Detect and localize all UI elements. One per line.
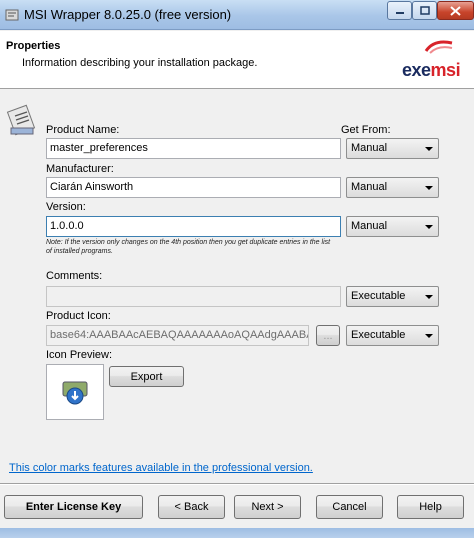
properties-icon (6, 104, 36, 136)
professional-features-link[interactable]: This color marks features available in t… (9, 462, 313, 474)
version-source-select[interactable]: Manual (346, 216, 439, 237)
chevron-down-icon (425, 186, 433, 190)
product-icon-source-value: Executable (351, 329, 406, 341)
exemsi-logo: exemsi (402, 60, 461, 80)
header-panel: Properties Information describing your i… (0, 31, 474, 89)
close-button[interactable] (437, 1, 474, 20)
back-button[interactable]: < Back (158, 495, 225, 519)
manufacturer-label: Manufacturer: (46, 163, 114, 175)
icon-preview-box (46, 364, 104, 420)
page-title: Properties (6, 40, 61, 52)
version-input[interactable]: 1.0.0.0 (46, 216, 341, 237)
separator (0, 483, 474, 485)
maximize-icon (419, 6, 430, 15)
cancel-button[interactable]: Cancel (316, 495, 383, 519)
next-button[interactable]: Next > (234, 495, 301, 519)
comments-label: Comments: (46, 270, 103, 282)
logo-swoosh-icon (424, 40, 453, 54)
minimize-button[interactable] (387, 1, 412, 20)
installer-icon (62, 381, 88, 405)
product-icon-label: Product Icon: (46, 310, 111, 322)
title-bar[interactable]: MSI Wrapper 8.0.25.0 (free version) (0, 0, 474, 30)
product-name-input[interactable]: master_preferences (46, 138, 341, 159)
minimize-icon (395, 11, 404, 14)
close-icon (450, 5, 461, 16)
icon-preview-label: Icon Preview: (46, 349, 113, 361)
maximize-button[interactable] (412, 1, 437, 20)
product-name-source-value: Manual (351, 142, 388, 154)
taskbar-strip (0, 528, 474, 538)
app-icon (5, 9, 19, 21)
page-subtitle: Information describing your installation… (22, 57, 258, 69)
chevron-down-icon (425, 334, 433, 338)
chevron-down-icon (425, 147, 433, 151)
product-name-source-select[interactable]: Manual (346, 138, 439, 159)
chevron-down-icon (425, 295, 433, 299)
product-icon-source-select[interactable]: Executable (346, 325, 439, 346)
version-label: Version: (46, 201, 86, 213)
version-note: Note: If the version only changes on the… (46, 239, 331, 255)
comments-input (46, 286, 341, 307)
product-icon-input: base64:AAABAAcAEBAQAAAAAAAoAQAAdgAAABA (46, 325, 309, 346)
comments-source-value: Executable (351, 290, 406, 302)
manufacturer-input[interactable]: Ciarán Ainsworth (46, 177, 341, 198)
enter-license-key-button[interactable]: Enter License Key (4, 495, 143, 519)
manufacturer-source-select[interactable]: Manual (346, 177, 439, 198)
get-from-label: Get From: (341, 124, 391, 136)
chevron-down-icon (425, 225, 433, 229)
version-source-value: Manual (351, 220, 388, 232)
comments-source-select[interactable]: Executable (346, 286, 439, 307)
manufacturer-source-value: Manual (351, 181, 388, 193)
help-button[interactable]: Help (397, 495, 464, 519)
window-title: MSI Wrapper 8.0.25.0 (free version) (24, 7, 232, 22)
product-name-label: Product Name: (46, 124, 120, 136)
export-button[interactable]: Export (109, 366, 184, 387)
browse-icon-button[interactable]: ... (316, 325, 340, 346)
